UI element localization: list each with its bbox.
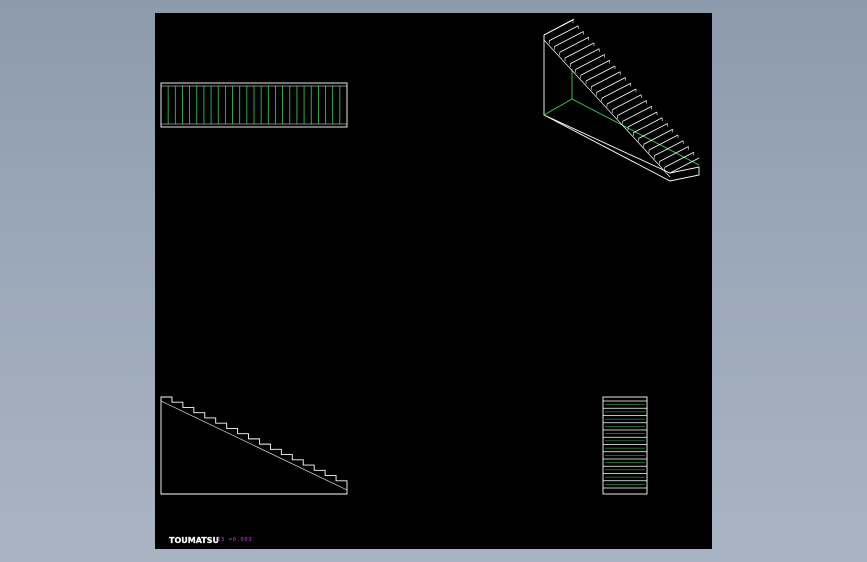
logo-text: TOUMATSU (169, 536, 219, 545)
stair-isometric-view (543, 18, 700, 182)
iso-view-step-edge (648, 134, 679, 151)
iso-view-step-edge (596, 77, 626, 93)
iso-view-step-edge (633, 117, 663, 134)
iso-view-step-edge (638, 123, 668, 139)
stair-front-view (602, 396, 648, 495)
iso-view-base-edge (543, 98, 573, 116)
iso-view-step-edge (575, 54, 605, 70)
cad-viewport[interactable]: TOUMATSU 23 =0.003 (155, 13, 712, 549)
iso-view-step-edge (570, 48, 600, 65)
iso-view-step-edge (622, 105, 652, 122)
iso-view-step-edge (585, 65, 616, 82)
scale-text: 23 =0.003 (217, 537, 252, 543)
iso-view-stringer (543, 39, 671, 178)
iso-view-step-edge (580, 59, 610, 76)
iso-view-step-edge (554, 31, 584, 47)
iso-view-step-edge (669, 157, 700, 174)
iso-view-step-edge (591, 71, 621, 88)
iso-view-step-edge (612, 94, 642, 111)
stair-side-view (160, 396, 348, 495)
cad-drawing: TOUMATSU 23 =0.003 (160, 18, 700, 545)
side-view-soffit-line (160, 400, 348, 491)
iso-view-step-edge (617, 100, 647, 116)
iso-view-step-edge (564, 42, 595, 59)
iso-view-step-edge (601, 82, 631, 99)
stair-top-view (160, 82, 348, 128)
iso-view-step-edge (549, 25, 579, 42)
iso-view-step-edge (627, 111, 658, 128)
iso-view-step-edge (654, 140, 684, 157)
iso-view-step-edge (643, 128, 673, 145)
iso-view-step-edge (659, 146, 689, 162)
iso-view-step-edge (606, 88, 637, 105)
iso-view-step-edge (559, 36, 589, 53)
iso-view-step-edge (543, 19, 574, 36)
front-view-outline (602, 396, 648, 495)
